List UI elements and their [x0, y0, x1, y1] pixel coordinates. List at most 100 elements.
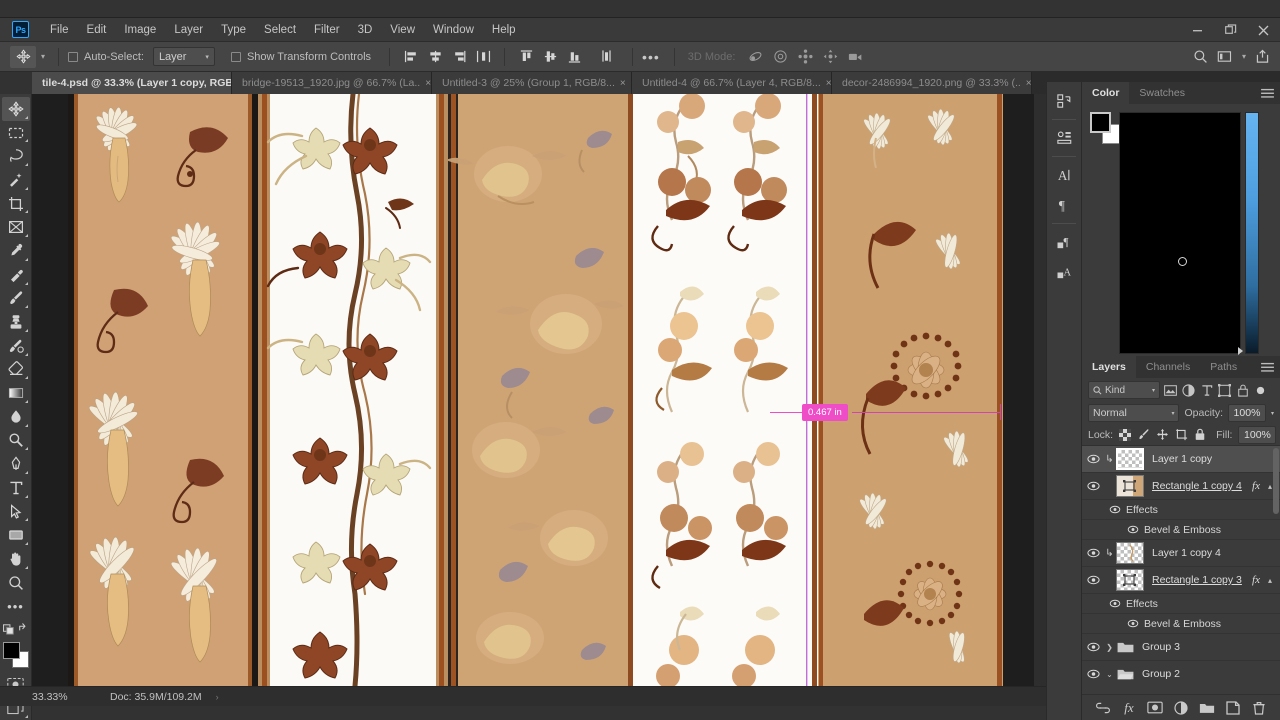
- lock-image-pixels-icon[interactable]: [1137, 428, 1150, 442]
- layer-visibility-icon[interactable]: [1082, 454, 1104, 464]
- eyedropper-tool[interactable]: [2, 239, 30, 263]
- eraser-tool[interactable]: [2, 358, 30, 382]
- group-expanded-chevron-icon[interactable]: ⌄: [1104, 670, 1115, 679]
- tab-layers[interactable]: Layers: [1082, 356, 1136, 378]
- layers-scrollbar-thumb[interactable]: [1273, 448, 1279, 514]
- move-tool-icon[interactable]: [10, 45, 36, 68]
- canvas-area[interactable]: 0.467 in: [32, 94, 1046, 686]
- properties-icon[interactable]: [1047, 123, 1081, 153]
- layer-group-row-group-2[interactable]: ⌄ Group 2: [1082, 661, 1280, 682]
- hand-tool[interactable]: [2, 547, 30, 571]
- layer-visibility-icon[interactable]: [1082, 548, 1104, 558]
- pan-3d-icon[interactable]: [793, 46, 818, 68]
- align-horizontal-centers-icon[interactable]: [423, 46, 447, 68]
- menu-select[interactable]: Select: [255, 21, 305, 39]
- pen-tool[interactable]: [2, 452, 30, 476]
- orbit-3d-icon[interactable]: [743, 46, 768, 68]
- layer-row-layer-1-copy[interactable]: ↳ Layer 1 copy: [1082, 446, 1280, 473]
- layer-effects-icon[interactable]: fx: [1252, 574, 1260, 586]
- slide-3d-icon[interactable]: [818, 46, 843, 68]
- zoom-level[interactable]: 33.33%: [32, 691, 110, 703]
- close-icon[interactable]: ×: [1026, 78, 1031, 89]
- tab-untitled-3[interactable]: Untitled-3 @ 25% (Group 1, RGB/8... ×: [432, 72, 632, 94]
- lock-position-icon[interactable]: [1156, 428, 1169, 442]
- menu-layer[interactable]: Layer: [165, 21, 212, 39]
- menu-edit[interactable]: Edit: [78, 21, 116, 39]
- close-icon[interactable]: ×: [620, 78, 626, 89]
- move-tool[interactable]: [1, 97, 30, 121]
- smart-object-filter-icon[interactable]: [1235, 381, 1250, 399]
- panel-menu-icon[interactable]: [1261, 88, 1274, 102]
- lock-transparent-pixels-icon[interactable]: [1119, 428, 1132, 442]
- chevron-up-icon[interactable]: ▴: [1268, 482, 1272, 491]
- minimize-icon[interactable]: [1181, 18, 1214, 42]
- type-filter-icon[interactable]: [1199, 381, 1214, 399]
- show-transform-controls-checkbox[interactable]: [230, 51, 241, 62]
- opacity-value[interactable]: 100%: [1227, 404, 1266, 422]
- canvas-vertical-scrollbar[interactable]: [1034, 94, 1046, 686]
- tab-untitled-4[interactable]: Untitled-4 @ 66.7% (Layer 4, RGB/8... ×: [632, 72, 832, 94]
- align-left-edges-icon[interactable]: [399, 46, 423, 68]
- layer-visibility-icon[interactable]: [1082, 575, 1104, 585]
- chevron-down-icon[interactable]: ▾: [1271, 410, 1274, 417]
- fill-value[interactable]: 100%: [1238, 425, 1277, 444]
- pixel-filter-icon[interactable]: [1163, 381, 1178, 399]
- group-visibility-icon[interactable]: [1082, 642, 1104, 652]
- layer-thumbnail[interactable]: [1116, 542, 1144, 564]
- roll-3d-icon[interactable]: [768, 46, 793, 68]
- more-align-options-button[interactable]: •••: [642, 49, 660, 65]
- chevron-up-icon[interactable]: ▴: [1268, 576, 1272, 585]
- type-tool[interactable]: [2, 476, 30, 500]
- restore-icon[interactable]: [1214, 18, 1247, 42]
- rectangular-marquee-tool[interactable]: [2, 121, 30, 145]
- blur-tool[interactable]: [2, 405, 30, 429]
- menu-file[interactable]: File: [41, 21, 78, 39]
- auto-select-checkbox[interactable]: [68, 51, 79, 62]
- layer-comps-icon[interactable]: ¶: [1047, 227, 1081, 257]
- layer-row-layer-1-copy-4[interactable]: ↳ Layer 1 copy 4: [1082, 540, 1280, 567]
- group-visibility-icon[interactable]: [1082, 669, 1104, 679]
- character-icon[interactable]: A: [1047, 160, 1081, 190]
- menu-help[interactable]: Help: [483, 21, 525, 39]
- layer-effects-icon[interactable]: fx: [1252, 480, 1260, 492]
- foreground-color-swatch[interactable]: [2, 641, 20, 659]
- effects-visibility-icon[interactable]: [1104, 599, 1126, 608]
- new-adjustment-layer-icon[interactable]: [1172, 699, 1190, 717]
- color-hue-slider[interactable]: [1245, 112, 1259, 354]
- spot-healing-brush-tool[interactable]: [2, 263, 30, 287]
- tab-paths[interactable]: Paths: [1200, 356, 1247, 378]
- auto-select-scope-dropdown[interactable]: Layer ▾: [152, 47, 215, 66]
- zoom-tool[interactable]: [2, 571, 30, 595]
- tab-swatches[interactable]: Swatches: [1129, 82, 1195, 104]
- color-field[interactable]: [1119, 112, 1241, 354]
- quick-selection-tool[interactable]: [2, 168, 30, 192]
- blend-mode-dropdown[interactable]: Normal ▾: [1088, 404, 1180, 422]
- character-styles-icon[interactable]: A: [1047, 257, 1081, 287]
- layer-name[interactable]: Rectangle 1 copy 4: [1152, 480, 1242, 492]
- distribute-vertical-icon[interactable]: [594, 46, 618, 68]
- effect-visibility-icon[interactable]: [1122, 619, 1144, 628]
- tab-bridge-19513[interactable]: bridge-19513_1920.jpg @ 66.7% (La.. ×: [232, 72, 432, 94]
- group-collapsed-chevron-icon[interactable]: ❯: [1104, 643, 1115, 652]
- workspace-icon[interactable]: [1213, 46, 1237, 68]
- add-layer-mask-icon[interactable]: [1146, 699, 1164, 717]
- color-picker-ring[interactable]: [1178, 257, 1187, 266]
- history-icon[interactable]: [1047, 86, 1081, 116]
- chevron-down-icon[interactable]: ▾: [1242, 52, 1246, 61]
- rectangle-tool[interactable]: [2, 523, 30, 547]
- panel-menu-icon[interactable]: [1261, 362, 1274, 376]
- share-icon[interactable]: [1250, 46, 1274, 68]
- default-colors-and-swap[interactable]: [2, 618, 30, 639]
- distribute-horizontal-icon[interactable]: [471, 46, 495, 68]
- lock-all-icon[interactable]: [1194, 428, 1206, 442]
- frame-tool[interactable]: [2, 215, 30, 239]
- layer-row-rectangle-1-copy-4[interactable]: Rectangle 1 copy 4 fx ▴: [1082, 473, 1280, 500]
- layer-link-icon[interactable]: ↳: [1104, 454, 1115, 465]
- layer-thumbnail[interactable]: [1116, 475, 1144, 497]
- tab-decor-2486994[interactable]: decor-2486994_1920.png @ 33.3% (.. ×: [832, 72, 1032, 94]
- foreground-color-swatch[interactable]: [1090, 112, 1111, 133]
- new-group-icon[interactable]: [1198, 699, 1216, 717]
- edit-toolbar-tool[interactable]: •••: [2, 594, 30, 618]
- layer-row-rectangle-1-copy-3[interactable]: Rectangle 1 copy 3 fx ▴: [1082, 567, 1280, 594]
- effect-visibility-icon[interactable]: [1122, 525, 1144, 534]
